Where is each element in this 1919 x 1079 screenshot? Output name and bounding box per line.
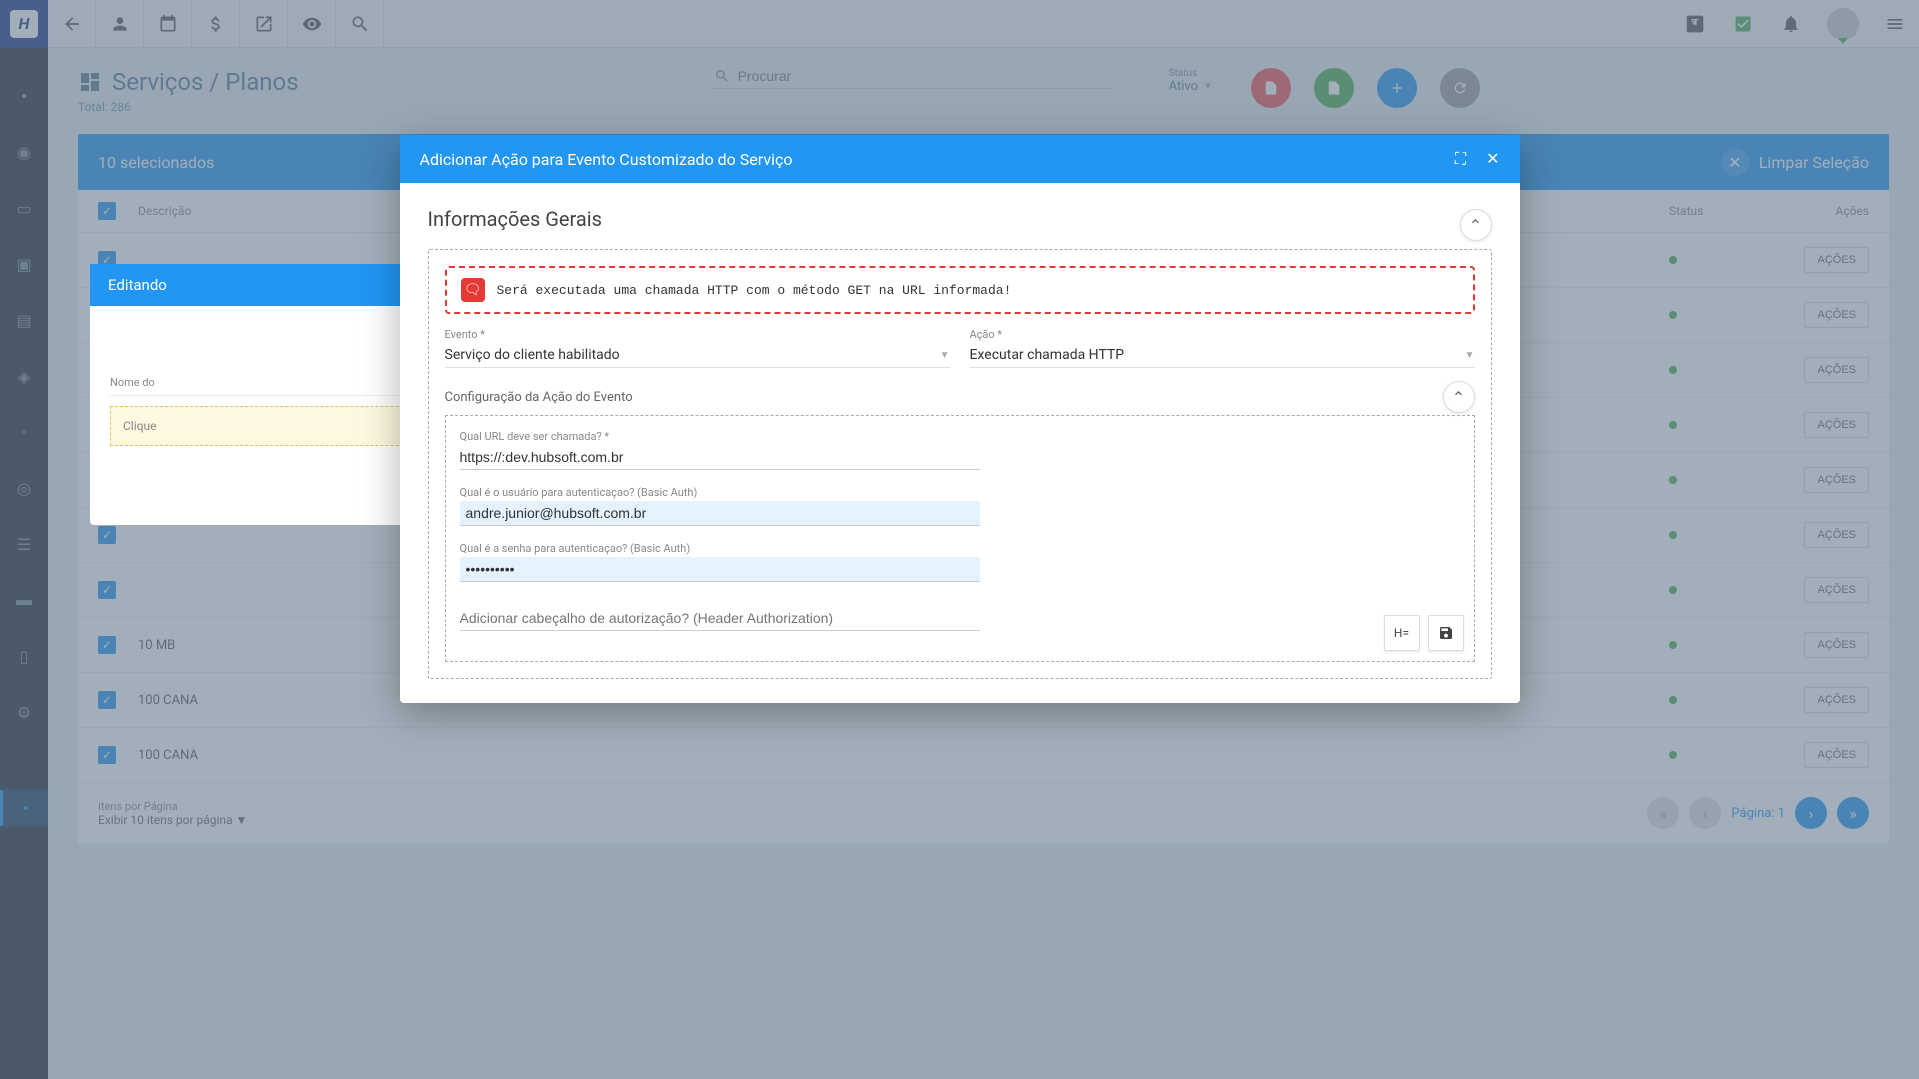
section-box: 🗨 Será executada uma chamada HTTP com o … — [428, 249, 1492, 679]
close-icon[interactable]: ✕ — [1486, 149, 1499, 169]
header-input[interactable] — [460, 606, 980, 631]
collapse-config-button[interactable]: ⌃ — [1443, 381, 1475, 413]
pass-label: Qual é a senha para autenticaçao? (Basic… — [460, 542, 980, 555]
action-dialog: Adicionar Ação para Evento Customizado d… — [400, 135, 1520, 703]
acao-label: Ação * — [970, 328, 1475, 341]
user-label: Qual é o usuário para autenticaçao? (Bas… — [460, 486, 980, 499]
config-box: Qual URL deve ser chamada? * Qual é o us… — [445, 415, 1475, 662]
pass-input[interactable] — [460, 557, 980, 582]
config-title: Configuração da Ação do Evento — [445, 390, 1475, 405]
warning-box: 🗨 Será executada uma chamada HTTP com o … — [445, 266, 1475, 314]
url-input[interactable] — [460, 445, 980, 470]
hn-button[interactable]: H= — [1384, 615, 1420, 651]
evento-label: Evento * — [445, 328, 950, 341]
collapse-section-button[interactable]: ⌃ — [1460, 209, 1492, 241]
url-label: Qual URL deve ser chamada? * — [460, 430, 980, 443]
warning-text: Será executada uma chamada HTTP com o mé… — [497, 283, 1012, 298]
evento-select[interactable]: Serviço do cliente habilitado ▼ — [445, 343, 950, 368]
section-title: Informações Gerais — [428, 207, 1492, 231]
edit-dialog-title: Editando — [108, 276, 167, 294]
dialog-title: Adicionar Ação para Evento Customizado d… — [420, 150, 793, 169]
user-input[interactable] — [460, 501, 980, 526]
warning-icon: 🗨 — [461, 278, 485, 302]
fullscreen-icon[interactable]: ⛶ — [1455, 149, 1466, 169]
save-icon-button[interactable] — [1428, 615, 1464, 651]
acao-select[interactable]: Executar chamada HTTP ▼ — [970, 343, 1475, 368]
